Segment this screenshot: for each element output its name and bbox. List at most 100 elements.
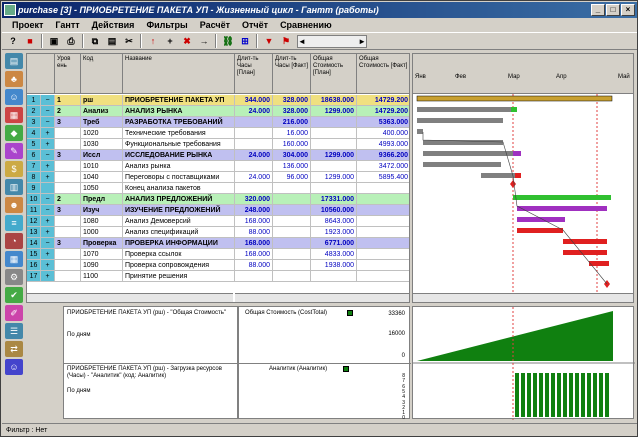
copy-icon[interactable]: ⧉ bbox=[87, 34, 103, 49]
cell-cf[interactable] bbox=[357, 194, 409, 205]
cell-code[interactable]: 1080 bbox=[81, 216, 123, 227]
cell-n[interactable]: 2 bbox=[27, 106, 41, 117]
calendar-view-icon[interactable]: ▦ bbox=[5, 107, 23, 123]
cell-lvl[interactable] bbox=[55, 161, 81, 172]
delete-icon[interactable]: ✖ bbox=[179, 34, 195, 49]
cell-cp[interactable]: 1299.000 bbox=[311, 172, 357, 183]
cell-sign[interactable]: − bbox=[41, 194, 55, 205]
cell-name[interactable]: Проверка сопровождения bbox=[123, 260, 235, 271]
cell-cp[interactable] bbox=[311, 161, 357, 172]
cell-sign[interactable]: + bbox=[41, 227, 55, 238]
cell-df[interactable] bbox=[273, 205, 311, 216]
timeline-scroll[interactable]: ◄ ► bbox=[297, 34, 367, 48]
table-row[interactable]: 13 +1000 Анализ спецификаций 88.000 1923.000 bbox=[27, 227, 409, 238]
cell-code[interactable]: Анализ bbox=[81, 106, 123, 117]
cell-n[interactable]: 15 bbox=[27, 249, 41, 260]
cell-df[interactable] bbox=[273, 216, 311, 227]
cell-df[interactable]: 216.000 bbox=[273, 117, 311, 128]
flag-icon[interactable]: ⚑ bbox=[278, 34, 294, 49]
cell-sign[interactable]: + bbox=[41, 271, 55, 282]
menu-calc[interactable]: Расчёт bbox=[194, 20, 236, 30]
cell-sign[interactable] bbox=[41, 183, 55, 194]
cell-lvl[interactable]: 3 bbox=[55, 238, 81, 249]
cell-dp[interactable]: 88.000 bbox=[235, 260, 273, 271]
compare-view-icon[interactable]: ⇄ bbox=[5, 341, 23, 357]
cell-cp[interactable] bbox=[311, 271, 357, 282]
cell-code[interactable]: 1070 bbox=[81, 249, 123, 260]
cell-lvl[interactable] bbox=[55, 216, 81, 227]
cell-lvl[interactable] bbox=[55, 271, 81, 282]
cell-n[interactable]: 11 bbox=[27, 205, 41, 216]
cell-lvl[interactable] bbox=[55, 260, 81, 271]
table-row[interactable]: 17 +1100 Принятие решения bbox=[27, 271, 409, 282]
cell-df[interactable] bbox=[273, 260, 311, 271]
settings-view-icon[interactable]: ⚙ bbox=[5, 269, 23, 285]
cell-dp[interactable]: 168.000 bbox=[235, 249, 273, 260]
cell-lvl[interactable] bbox=[55, 139, 81, 150]
cell-cf[interactable]: 5363.000 bbox=[357, 117, 409, 128]
help-icon[interactable]: ? bbox=[5, 34, 21, 49]
cell-n[interactable]: 3 bbox=[27, 117, 41, 128]
cell-lvl[interactable]: 2 bbox=[55, 194, 81, 205]
user-view-icon[interactable]: ☺ bbox=[5, 359, 23, 375]
cell-lvl[interactable] bbox=[55, 227, 81, 238]
cell-n[interactable]: 17 bbox=[27, 271, 41, 282]
cell-cf[interactable] bbox=[357, 238, 409, 249]
cell-cf[interactable] bbox=[357, 205, 409, 216]
cell-dp[interactable] bbox=[235, 128, 273, 139]
outdent-icon[interactable]: ↑ bbox=[145, 34, 161, 49]
cost-view-icon[interactable]: $ bbox=[5, 161, 23, 177]
cell-name[interactable]: ИССЛЕДОВАНИЕ РЫНКА bbox=[123, 150, 235, 161]
cell-n[interactable]: 16 bbox=[27, 260, 41, 271]
cell-sign[interactable]: + bbox=[41, 216, 55, 227]
cell-df[interactable]: 136.000 bbox=[273, 161, 311, 172]
cell-sign[interactable]: + bbox=[41, 139, 55, 150]
cell-code[interactable]: 1040 bbox=[81, 172, 123, 183]
cell-sign[interactable]: − bbox=[41, 150, 55, 161]
paste-icon[interactable]: ▤ bbox=[104, 34, 120, 49]
cell-df[interactable]: 328.000 bbox=[273, 106, 311, 117]
cell-sign[interactable]: − bbox=[41, 117, 55, 128]
col-cost-fact-header[interactable]: Общая Стоимость [Факт] bbox=[357, 54, 409, 94]
cell-dp[interactable]: 168.000 bbox=[235, 238, 273, 249]
cell-cf[interactable]: 5895.400 bbox=[357, 172, 409, 183]
grid-hscroll-right[interactable] bbox=[235, 293, 409, 302]
cell-lvl[interactable]: 3 bbox=[55, 150, 81, 161]
cell-lvl[interactable] bbox=[55, 172, 81, 183]
cell-sign[interactable]: − bbox=[41, 106, 55, 117]
cell-dp[interactable] bbox=[235, 161, 273, 172]
cell-code[interactable]: Проверка bbox=[81, 238, 123, 249]
cell-df[interactable] bbox=[273, 227, 311, 238]
cell-code[interactable]: 1020 bbox=[81, 128, 123, 139]
cell-cf[interactable] bbox=[357, 271, 409, 282]
cell-cf[interactable] bbox=[357, 260, 409, 271]
cell-cp[interactable]: 18638.000 bbox=[311, 95, 357, 106]
cell-code[interactable]: Треб bbox=[81, 117, 123, 128]
menu-report[interactable]: Отчёт bbox=[236, 20, 274, 30]
histogram-view-icon[interactable]: ▥ bbox=[5, 179, 23, 195]
cell-name[interactable]: ПРИОБРЕТЕНИЕ ПАКЕТА УП bbox=[123, 95, 235, 106]
maximize-button[interactable]: □ bbox=[606, 4, 620, 16]
cell-n[interactable]: 14 bbox=[27, 238, 41, 249]
cell-dp[interactable]: 168.000 bbox=[235, 216, 273, 227]
cell-cp[interactable]: 1938.000 bbox=[311, 260, 357, 271]
cell-cp[interactable]: 4833.000 bbox=[311, 249, 357, 260]
cell-n[interactable]: 6 bbox=[27, 150, 41, 161]
cell-n[interactable]: 1 bbox=[27, 95, 41, 106]
doc-view-icon[interactable]: ≡ bbox=[5, 215, 23, 231]
cell-n[interactable]: 13 bbox=[27, 227, 41, 238]
cell-cp[interactable]: 8643.000 bbox=[311, 216, 357, 227]
table-row[interactable]: 3−3 Треб РАЗРАБОТКА ТРЕБОВАНИЙ 216.000 5363.… bbox=[27, 117, 409, 128]
cell-sign[interactable]: − bbox=[41, 95, 55, 106]
cell-n[interactable]: 4 bbox=[27, 128, 41, 139]
cell-df[interactable] bbox=[273, 194, 311, 205]
table-row[interactable]: 1−1 рш ПРИОБРЕТЕНИЕ ПАКЕТА УП 344.000 328.00… bbox=[27, 95, 409, 106]
cell-sign[interactable]: + bbox=[41, 161, 55, 172]
cell-sign[interactable]: + bbox=[41, 249, 55, 260]
cell-dp[interactable]: 88.000 bbox=[235, 227, 273, 238]
cell-lvl[interactable]: 1 bbox=[55, 95, 81, 106]
cell-cp[interactable]: 6771.000 bbox=[311, 238, 357, 249]
col-cost-plan-header[interactable]: Общая Стоимость [План] bbox=[311, 54, 357, 94]
table-row[interactable]: 2−2 Анализ АНАЛИЗ РЫНКА 24.000 328.000 1299.0… bbox=[27, 106, 409, 117]
cell-cp[interactable]: 1923.000 bbox=[311, 227, 357, 238]
